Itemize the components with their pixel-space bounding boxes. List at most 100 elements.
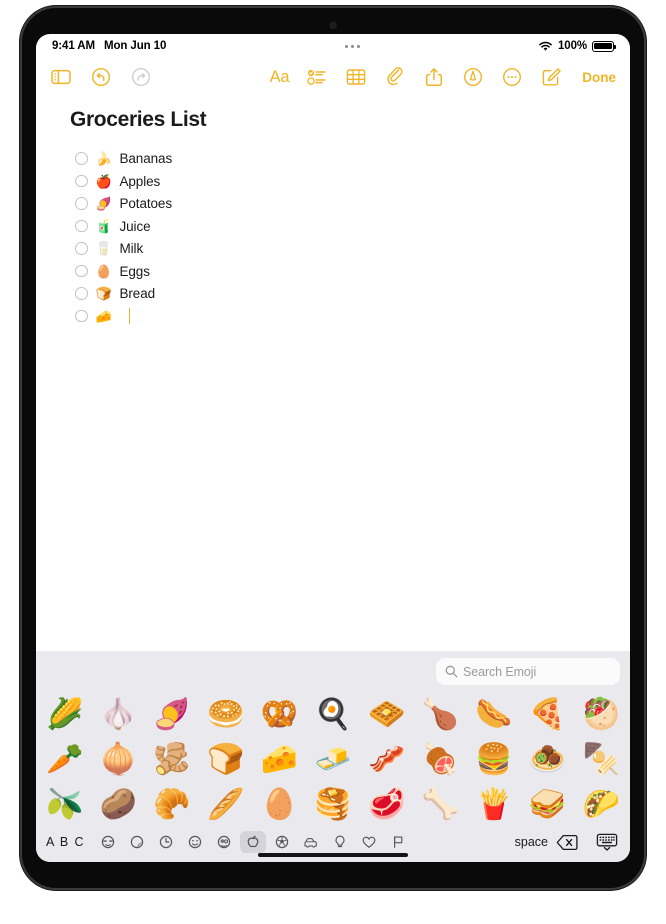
checklist-item[interactable]: 🧃 Juice: [70, 218, 596, 235]
status-date: Mon Jun 10: [103, 40, 167, 52]
emoji-button[interactable]: 🥔: [100, 789, 137, 820]
ipad-device-bezel: 9:41 AM Mon Jun 10 100% Aa Done Grocerie…: [22, 8, 644, 888]
item-label: Juice: [119, 218, 151, 234]
item-label: Bread: [119, 286, 156, 301]
activity-icon[interactable]: [269, 831, 295, 853]
emoji-button[interactable]: 🧄: [100, 699, 137, 730]
multitasking-dots[interactable]: [344, 44, 360, 48]
checkbox-circle[interactable]: [75, 174, 88, 188]
people-icon[interactable]: [211, 831, 237, 853]
item-emoji: 🥛: [95, 241, 112, 256]
emoji-button[interactable]: 🥕: [46, 744, 83, 775]
checklist-item[interactable]: 🍎 Apples: [70, 173, 596, 190]
checkbox-circle[interactable]: [75, 242, 88, 255]
checkbox-circle[interactable]: [75, 219, 88, 233]
search-input[interactable]: Search Emoji: [436, 658, 620, 685]
emoji-button[interactable]: 🍞: [207, 744, 244, 775]
abc-keyboard-button[interactable]: A B C: [46, 835, 85, 849]
item-emoji: 🍞: [95, 286, 112, 301]
checklist-item[interactable]: 🍠 Potatoes: [70, 195, 596, 212]
emoji-button[interactable]: 🫒: [46, 789, 83, 820]
home-indicator[interactable]: [258, 853, 408, 857]
emoji-button[interactable]: 🍠: [153, 699, 190, 730]
share-icon[interactable]: [423, 66, 445, 88]
emoji-button[interactable]: 🌮: [583, 789, 620, 820]
emoji-button[interactable]: 🧀: [261, 744, 298, 775]
emoji-button[interactable]: 🥯: [207, 699, 244, 730]
item-emoji: 🧃: [95, 218, 112, 234]
delete-backspace-icon[interactable]: [554, 831, 580, 853]
emoji-keyboard: Search Emoji 🌽 🧄 🍠 🥯 🥨 🍳 🧇 🍗 🌭 🍕 🥙 🥕 🧅 🫚…: [36, 651, 630, 862]
flags-icon[interactable]: [385, 831, 411, 853]
emoji-button[interactable]: 🥐: [153, 789, 190, 820]
emoji-button[interactable]: 🥨: [261, 699, 298, 730]
undo-icon[interactable]: [90, 66, 112, 88]
checkbox-circle[interactable]: [75, 264, 88, 278]
note-content-area[interactable]: Groceries List 🍌 Bananas 🍎 Apples �: [36, 96, 630, 651]
redo-icon: [130, 66, 152, 88]
emoji-button[interactable]: 🍢: [583, 744, 620, 775]
emoji-button[interactable]: 🥞: [314, 789, 351, 820]
emoji-button[interactable]: 🧇: [368, 699, 405, 730]
smileys-icon[interactable]: [182, 831, 208, 853]
emoji-button[interactable]: 🧆: [529, 744, 566, 775]
travel-places-icon[interactable]: [298, 831, 324, 853]
emoji-button[interactable]: 🌽: [46, 699, 83, 730]
stickers-icon[interactable]: [124, 831, 150, 853]
item-emoji: 🥚: [95, 263, 112, 279]
emoji-button[interactable]: 🥩: [368, 789, 405, 820]
item-label: Bananas: [119, 151, 173, 166]
food-drink-icon[interactable]: [239, 831, 266, 853]
emoji-button[interactable]: 🍕: [529, 699, 566, 730]
table-icon[interactable]: [345, 66, 367, 88]
emoji-button[interactable]: 🌭: [475, 699, 512, 730]
checklist-item[interactable]: 🍞 Bread: [70, 285, 596, 302]
wifi-icon: [539, 41, 552, 51]
checkbox-circle[interactable]: [75, 152, 88, 165]
checklist-item[interactable]: 🍌 Bananas: [70, 150, 596, 167]
emoji-button[interactable]: 🍳: [314, 699, 351, 730]
emoji-button[interactable]: 🥖: [207, 789, 244, 820]
checklist-item-active[interactable]: 🧀: [70, 308, 596, 325]
emoji-search-row: Search Emoji: [36, 651, 630, 692]
emoji-button[interactable]: 🥪: [529, 789, 566, 820]
paperclip-icon[interactable]: [384, 66, 406, 88]
emoji-button[interactable]: 🥙: [583, 699, 620, 730]
status-time: 9:41 AM: [52, 40, 95, 52]
checkbox-circle[interactable]: [75, 287, 88, 300]
text-format-button[interactable]: Aa: [270, 66, 290, 88]
objects-icon[interactable]: [327, 831, 353, 853]
battery-icon: [592, 40, 617, 52]
markup-pen-icon[interactable]: [462, 66, 484, 88]
emoji-button[interactable]: 🧈: [314, 744, 351, 775]
emoji-button[interactable]: 🥚: [261, 789, 298, 820]
recents-clock-icon[interactable]: [153, 831, 179, 853]
ipad-display: 9:41 AM Mon Jun 10 100% Aa Done Grocerie…: [36, 34, 630, 862]
emoji-button[interactable]: 🍟: [475, 789, 512, 820]
emoji-button[interactable]: 🍖: [422, 744, 459, 775]
memoji-sticker-icon[interactable]: [95, 831, 121, 853]
item-label: Eggs: [119, 263, 150, 279]
emoji-button[interactable]: 🥓: [368, 744, 405, 775]
status-bar-right: 100%: [538, 40, 617, 52]
emoji-grid[interactable]: 🌽 🧄 🍠 🥯 🥨 🍳 🧇 🍗 🌭 🍕 🥙 🥕 🧅 🫚 🍞 🧀 🧈 🥓 🍖 🍔 …: [36, 692, 630, 827]
checkbox-circle[interactable]: [75, 197, 88, 210]
item-label: Apples: [119, 173, 161, 189]
sidebar-toggle-icon[interactable]: [50, 66, 72, 88]
emoji-button[interactable]: 🦴: [422, 789, 459, 820]
emoji-button[interactable]: 🍗: [422, 699, 459, 730]
emoji-category-strip: [95, 831, 509, 853]
space-key[interactable]: space: [509, 835, 554, 849]
more-ellipsis-icon[interactable]: [501, 66, 523, 88]
checkbox-circle[interactable]: [75, 309, 88, 323]
done-button[interactable]: Done: [582, 70, 616, 85]
emoji-button[interactable]: 🧅: [100, 744, 137, 775]
checklist-item[interactable]: 🥛 Milk: [70, 240, 596, 257]
emoji-button[interactable]: 🫚: [153, 744, 190, 775]
checklist-item[interactable]: 🥚 Eggs: [70, 263, 596, 280]
compose-icon[interactable]: [540, 66, 562, 88]
checklist-icon[interactable]: [306, 66, 328, 88]
symbols-icon[interactable]: [356, 831, 382, 853]
emoji-button[interactable]: 🍔: [475, 744, 512, 775]
hide-keyboard-icon[interactable]: [594, 831, 620, 853]
